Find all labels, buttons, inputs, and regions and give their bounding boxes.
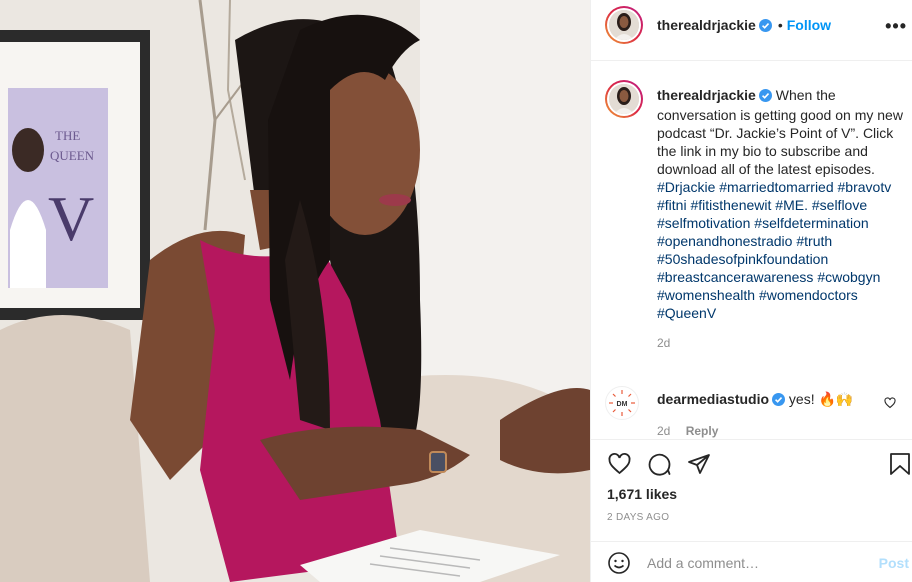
hashtag-link[interactable]: #openandhonestradio: [657, 233, 792, 249]
hashtag-link[interactable]: #selflove: [812, 197, 867, 213]
hashtag-link[interactable]: #50shadesofpinkfoundation: [657, 251, 828, 267]
verified-badge-icon: [758, 19, 772, 35]
instagram-post: THE QUEEN V therealdrjackie • Follow •••…: [0, 0, 912, 582]
comment-username[interactable]: dearmediastudio: [657, 391, 769, 407]
author-avatar[interactable]: [605, 6, 643, 44]
caption-hashtags: #Drjackie #marriedtomarried #bravotv #fi…: [657, 179, 891, 321]
commenter-avatar-text: DM: [617, 401, 628, 408]
header-user-line: therealdrjackie • Follow: [657, 17, 831, 35]
comment-time[interactable]: 2d: [657, 424, 670, 438]
commenter-avatar-image: DM: [609, 390, 635, 416]
comment-item: dearmediastudio yes! 🔥🙌 2d Reply: [657, 390, 887, 440]
post-header: therealdrjackie • Follow •••: [591, 0, 912, 61]
comment-meta: 2d Reply: [657, 422, 887, 440]
reply-button[interactable]: Reply: [686, 424, 719, 438]
hashtag-link[interactable]: #QueenV: [657, 305, 716, 321]
hashtag-link[interactable]: #selfmotivation: [657, 215, 750, 231]
caption-avatar-image: [609, 84, 639, 114]
hashtag-link[interactable]: #fitni: [657, 197, 687, 213]
hashtag-link[interactable]: #Drjackie: [657, 179, 715, 195]
post-side-panel: therealdrjackie • Follow ••• therealdrjack…: [590, 0, 912, 582]
comment-like-heart-icon[interactable]: [884, 396, 896, 412]
book-title-line1: THE: [55, 128, 80, 143]
follow-button[interactable]: Follow: [787, 17, 831, 33]
add-comment-bar: Post: [591, 541, 912, 582]
caption-author-avatar[interactable]: [605, 80, 643, 118]
post-photo-illustration: THE QUEEN V: [0, 0, 590, 582]
hashtag-link[interactable]: #ME.: [775, 197, 808, 213]
save-bookmark-icon[interactable]: [889, 452, 911, 479]
hashtag-link[interactable]: #selfdetermination: [754, 215, 868, 231]
add-comment-input[interactable]: [647, 551, 857, 575]
hashtag-link[interactable]: #womenshealth: [657, 287, 755, 303]
post-photo[interactable]: THE QUEEN V: [0, 0, 590, 582]
hashtag-link[interactable]: #bravotv: [838, 179, 892, 195]
book-letter: V: [48, 183, 94, 254]
book-title-line2: QUEEN: [50, 148, 95, 163]
post-comment-button[interactable]: Post: [879, 555, 909, 571]
author-avatar-image: [609, 10, 639, 40]
hashtag-link[interactable]: #truth: [796, 233, 832, 249]
like-count[interactable]: 1,671 likes: [607, 486, 677, 502]
caption-time[interactable]: 2d: [657, 334, 907, 352]
commenter-avatar[interactable]: DM: [605, 386, 639, 420]
comment-text: yes! 🔥🙌: [788, 391, 854, 407]
hashtag-link[interactable]: #fitisthenewit: [690, 197, 771, 213]
comment-bubble-icon[interactable]: [647, 452, 672, 479]
verified-badge-icon: [758, 88, 772, 106]
verified-badge-icon: [772, 392, 786, 410]
header-separator: •: [777, 17, 783, 33]
hashtag-link[interactable]: #marriedtomarried: [719, 179, 833, 195]
share-paper-plane-icon[interactable]: [687, 452, 711, 479]
emoji-smiley-icon[interactable]: [607, 551, 631, 578]
hashtag-link[interactable]: #womendoctors: [759, 287, 858, 303]
caption: therealdrjackie When the conversation is…: [657, 86, 907, 352]
framed-book-poster: THE QUEEN V: [0, 30, 150, 320]
header-username[interactable]: therealdrjackie: [657, 17, 756, 33]
hashtag-link[interactable]: #breastcancerawareness: [657, 269, 813, 285]
like-heart-icon[interactable]: [607, 452, 632, 479]
post-date[interactable]: 2 DAYS AGO: [607, 512, 669, 523]
hashtag-link[interactable]: #cwobgyn: [817, 269, 880, 285]
more-options-icon[interactable]: •••: [885, 16, 907, 37]
caption-username[interactable]: therealdrjackie: [657, 87, 756, 103]
